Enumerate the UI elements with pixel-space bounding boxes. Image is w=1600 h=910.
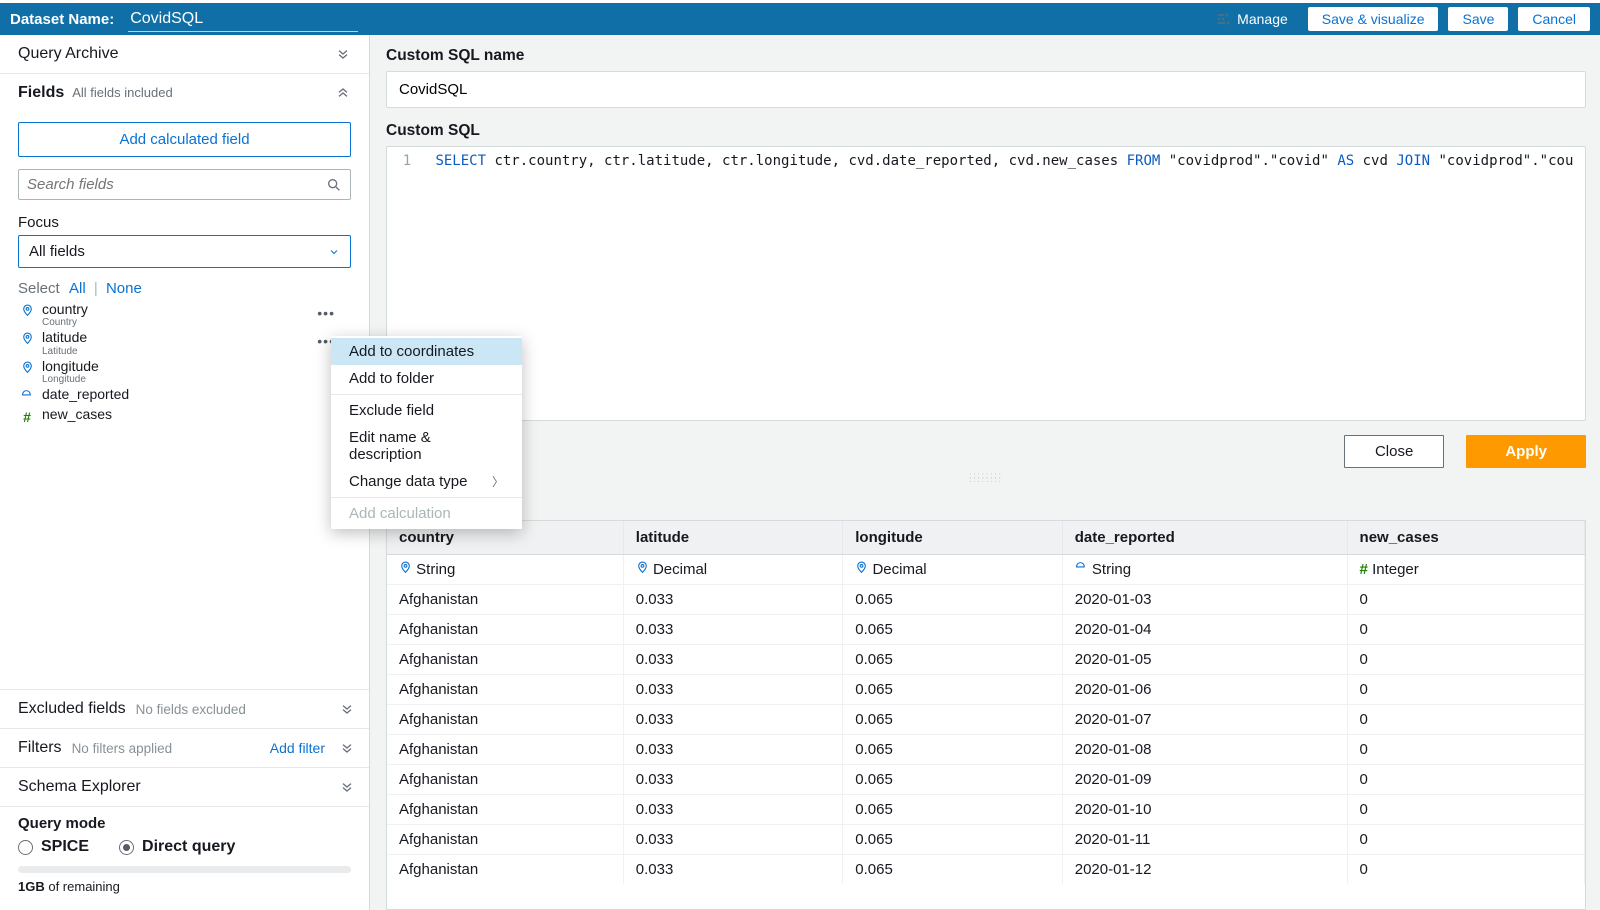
spice-remaining-text: 1GB of remaining (18, 879, 351, 894)
column-type-cell[interactable]: Decimal (843, 555, 1062, 585)
select-all-link[interactable]: All (69, 280, 86, 297)
pin-icon (855, 561, 868, 574)
search-fields-input[interactable] (18, 169, 351, 200)
table-row[interactable]: Afghanistan0.0330.0652020-01-110 (387, 825, 1585, 855)
query-archive-header[interactable]: Query Archive (0, 35, 369, 73)
close-button[interactable]: Close (1344, 435, 1444, 468)
schema-explorer-header[interactable]: Schema Explorer (0, 768, 369, 806)
spice-radio[interactable]: SPICE (18, 838, 89, 856)
focus-select[interactable]: All fields (18, 235, 351, 268)
table-row[interactable]: Afghanistan0.0330.0652020-01-080 (387, 735, 1585, 765)
left-panel: Query Archive FieldsAll fields included … (0, 35, 370, 910)
main-area: Custom SQL name Custom SQL 1 SELECT ctr.… (370, 35, 1600, 910)
tag-icon (1075, 561, 1088, 574)
pin-icon (399, 561, 412, 574)
field-item-latitude[interactable]: latitudeLatitude••• (18, 329, 351, 357)
custom-sql-name-input[interactable] (386, 71, 1586, 108)
search-icon (326, 177, 342, 193)
field-item-longitude[interactable]: longitudeLongitude (18, 358, 351, 386)
query-mode-section: Query mode SPICE Direct query 1GB of rem… (0, 807, 369, 910)
column-header-new_cases[interactable]: new_cases (1347, 521, 1584, 555)
fields-header[interactable]: FieldsAll fields included (0, 74, 369, 112)
sql-editor[interactable]: 1 SELECT ctr.country, ctr.latitude, ctr.… (386, 146, 1586, 421)
hash-icon: # (23, 409, 31, 425)
spice-progress-bar (18, 866, 351, 873)
table-row[interactable]: Afghanistan0.0330.0652020-01-030 (387, 585, 1585, 615)
sliders-icon (1215, 11, 1231, 27)
table-row[interactable]: Afghanistan0.0330.0652020-01-070 (387, 705, 1585, 735)
column-type-cell[interactable]: Decimal (623, 555, 842, 585)
cancel-button[interactable]: Cancel (1518, 7, 1590, 31)
tag-icon (21, 389, 34, 402)
select-none-link[interactable]: None (106, 280, 142, 297)
column-type-cell[interactable]: String (1062, 555, 1347, 585)
fields-body: Add calculated field Focus All fields Se… (0, 112, 369, 436)
chevron-double-down-icon (339, 779, 355, 795)
pin-icon (21, 304, 34, 317)
direct-query-radio[interactable]: Direct query (119, 838, 235, 856)
ctx-add-to-coordinates[interactable]: Add to coordinates (331, 338, 522, 365)
table-row[interactable]: Afghanistan0.0330.0652020-01-040 (387, 615, 1585, 645)
save-visualize-button[interactable]: Save & visualize (1308, 7, 1439, 31)
select-all-none-row: Select All | None (18, 280, 351, 297)
data-preview-grid[interactable]: countrylatitudelongitudedate_reportednew… (386, 520, 1586, 910)
chevron-double-down-icon (335, 46, 351, 62)
table-row[interactable]: Afghanistan0.0330.0652020-01-060 (387, 675, 1585, 705)
table-row[interactable]: Afghanistan0.0330.0652020-01-100 (387, 795, 1585, 825)
pin-icon (636, 561, 649, 574)
field-more-icon[interactable]: ••• (317, 305, 335, 321)
chevron-double-up-icon (335, 85, 351, 101)
field-item-date_reported[interactable]: date_reported (18, 386, 351, 406)
chevron-double-down-icon (339, 701, 355, 717)
column-type-cell[interactable]: String (387, 555, 623, 585)
table-row[interactable]: Afghanistan0.0330.0652020-01-090 (387, 765, 1585, 795)
manage-button[interactable]: Manage (1205, 7, 1298, 31)
pin-icon (21, 332, 34, 345)
focus-label: Focus (18, 214, 351, 231)
chevron-double-down-icon (339, 740, 355, 756)
custom-sql-section: Custom SQL 1 SELECT ctr.country, ctr.lat… (386, 122, 1586, 421)
dataset-name-label: Dataset Name: (10, 11, 114, 28)
chevron-down-icon (328, 246, 340, 258)
ctx-exclude-field[interactable]: Exclude field (331, 397, 522, 424)
field-item-new_cases[interactable]: #new_cases (18, 406, 351, 426)
field-context-menu: Add to coordinates Add to folder Exclude… (331, 336, 522, 529)
field-item-country[interactable]: countryCountry••• (18, 301, 351, 329)
ctx-edit-name[interactable]: Edit name & description (331, 424, 522, 468)
dataset-tab-row: Dataset (386, 488, 1586, 520)
table-row[interactable]: Afghanistan0.0330.0652020-01-050 (387, 645, 1585, 675)
table-row[interactable]: Afghanistan0.0330.0652020-01-120 (387, 855, 1585, 885)
apply-button[interactable]: Apply (1466, 435, 1586, 468)
save-button[interactable]: Save (1448, 7, 1508, 31)
custom-sql-name-label: Custom SQL name (386, 47, 1586, 65)
app-header: Dataset Name: CovidSQL Manage Save & vis… (0, 3, 1600, 35)
add-calculated-field-button[interactable]: Add calculated field (18, 122, 351, 157)
filters-header[interactable]: Filters No filters applied Add filter (0, 729, 369, 768)
pin-icon (21, 361, 34, 374)
chevron-right-icon: 〉 (492, 473, 504, 490)
column-type-cell[interactable]: # Integer (1347, 555, 1584, 585)
ctx-change-data-type[interactable]: Change data type〉 (331, 468, 522, 495)
excluded-fields-header[interactable]: Excluded fields No fields excluded (0, 690, 369, 729)
column-header-date_reported[interactable]: date_reported (1062, 521, 1347, 555)
ctx-add-to-folder[interactable]: Add to folder (331, 365, 522, 392)
add-filter-link[interactable]: Add filter (270, 740, 325, 756)
editor-actions: data ▮▮▮ Athena Close Apply (386, 435, 1586, 468)
dataset-name-input[interactable]: CovidSQL (128, 7, 358, 32)
hash-icon: # (1360, 561, 1368, 578)
column-header-latitude[interactable]: latitude (623, 521, 842, 555)
column-header-longitude[interactable]: longitude (843, 521, 1062, 555)
ctx-add-calculation: Add calculation (331, 500, 522, 527)
resize-handle[interactable]: :::::::::::::::: (386, 474, 1586, 482)
